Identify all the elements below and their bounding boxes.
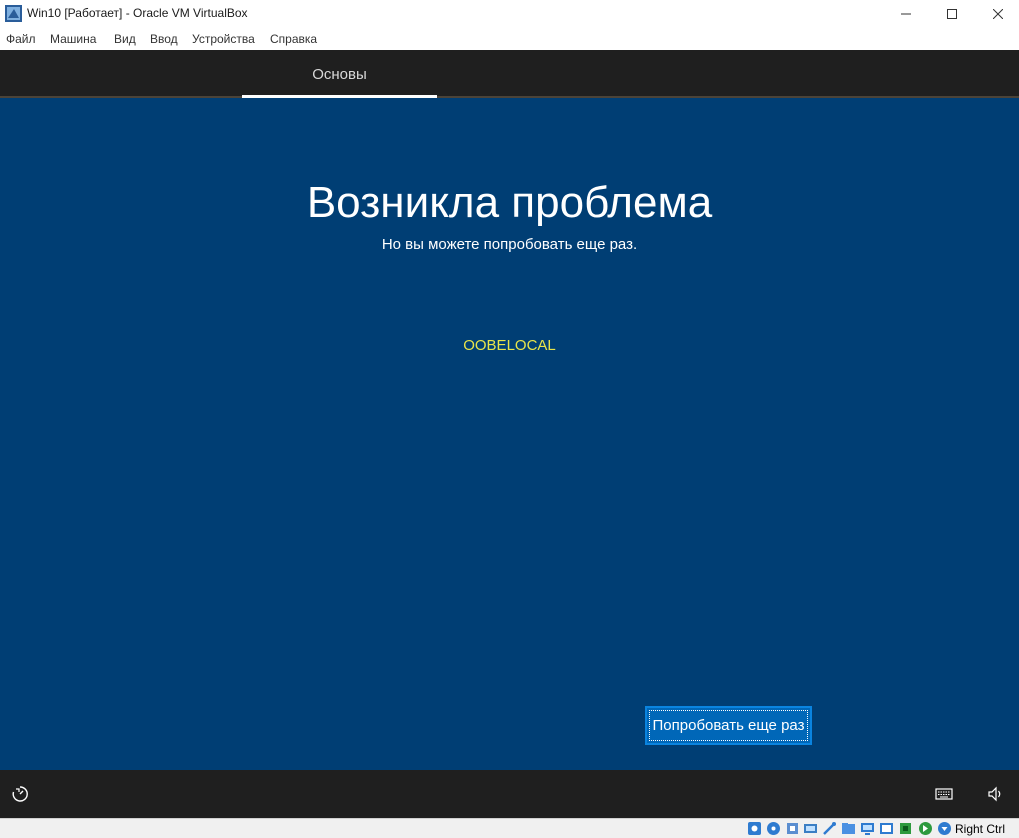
title-bar: Win10 [Работает] - Oracle VM VirtualBox — [0, 0, 1019, 28]
maximize-button[interactable] — [929, 0, 975, 28]
mouse-integration-icon[interactable] — [918, 821, 933, 836]
shared-folders-icon[interactable] — [841, 821, 856, 836]
keyboard-icon[interactable] — [934, 784, 954, 804]
ease-of-access-icon[interactable] — [10, 784, 30, 804]
video-capture-icon[interactable] — [879, 821, 894, 836]
focus-ring — [649, 710, 808, 741]
keyboard-capture-icon[interactable] — [937, 821, 952, 836]
retry-button[interactable]: Попробовать еще раз — [645, 706, 812, 745]
minimize-icon — [901, 13, 911, 15]
close-icon — [993, 9, 1003, 19]
window-title: Win10 [Работает] - Oracle VM VirtualBox — [27, 6, 248, 20]
menu-help[interactable]: Справка — [270, 32, 317, 46]
audio-icon[interactable] — [785, 821, 800, 836]
host-key-label: Right Ctrl — [955, 822, 1006, 836]
menu-devices[interactable]: Устройства — [192, 32, 255, 46]
tab-basics: Основы — [312, 66, 367, 83]
maximize-icon — [947, 9, 957, 19]
close-button[interactable] — [975, 0, 1019, 28]
volume-icon[interactable] — [986, 784, 1006, 804]
optical-disk-icon[interactable] — [766, 821, 781, 836]
hard-disk-icon[interactable] — [747, 821, 762, 836]
error-code: OOBELOCAL — [463, 337, 556, 354]
network-icon[interactable] — [803, 821, 818, 836]
usb-icon[interactable] — [822, 821, 837, 836]
menu-machine[interactable]: Машина — [50, 32, 96, 46]
cpu-icon[interactable] — [898, 821, 913, 836]
guest-screen[interactable]: Основы Возникла проблема Но вы можете по… — [0, 50, 1019, 818]
menu-view[interactable]: Вид — [114, 32, 136, 46]
page-subtitle: Но вы можете попробовать еще раз. — [381, 236, 638, 253]
status-bar: Right Ctrl — [0, 818, 1019, 838]
menu-file[interactable]: Файл — [6, 32, 36, 46]
tab-underline — [242, 95, 437, 98]
display-icon[interactable] — [860, 821, 875, 836]
menu-input[interactable]: Ввод — [150, 32, 178, 46]
virtualbox-icon — [5, 5, 22, 22]
oobe-top-nav: Основы — [0, 50, 1019, 98]
oobe-bottom-bar — [0, 770, 1019, 818]
menu-bar: Файл Машина Вид Ввод Устройства Справка — [0, 28, 1019, 50]
page-title: Возникла проблема — [306, 178, 713, 227]
minimize-button[interactable] — [883, 0, 929, 28]
